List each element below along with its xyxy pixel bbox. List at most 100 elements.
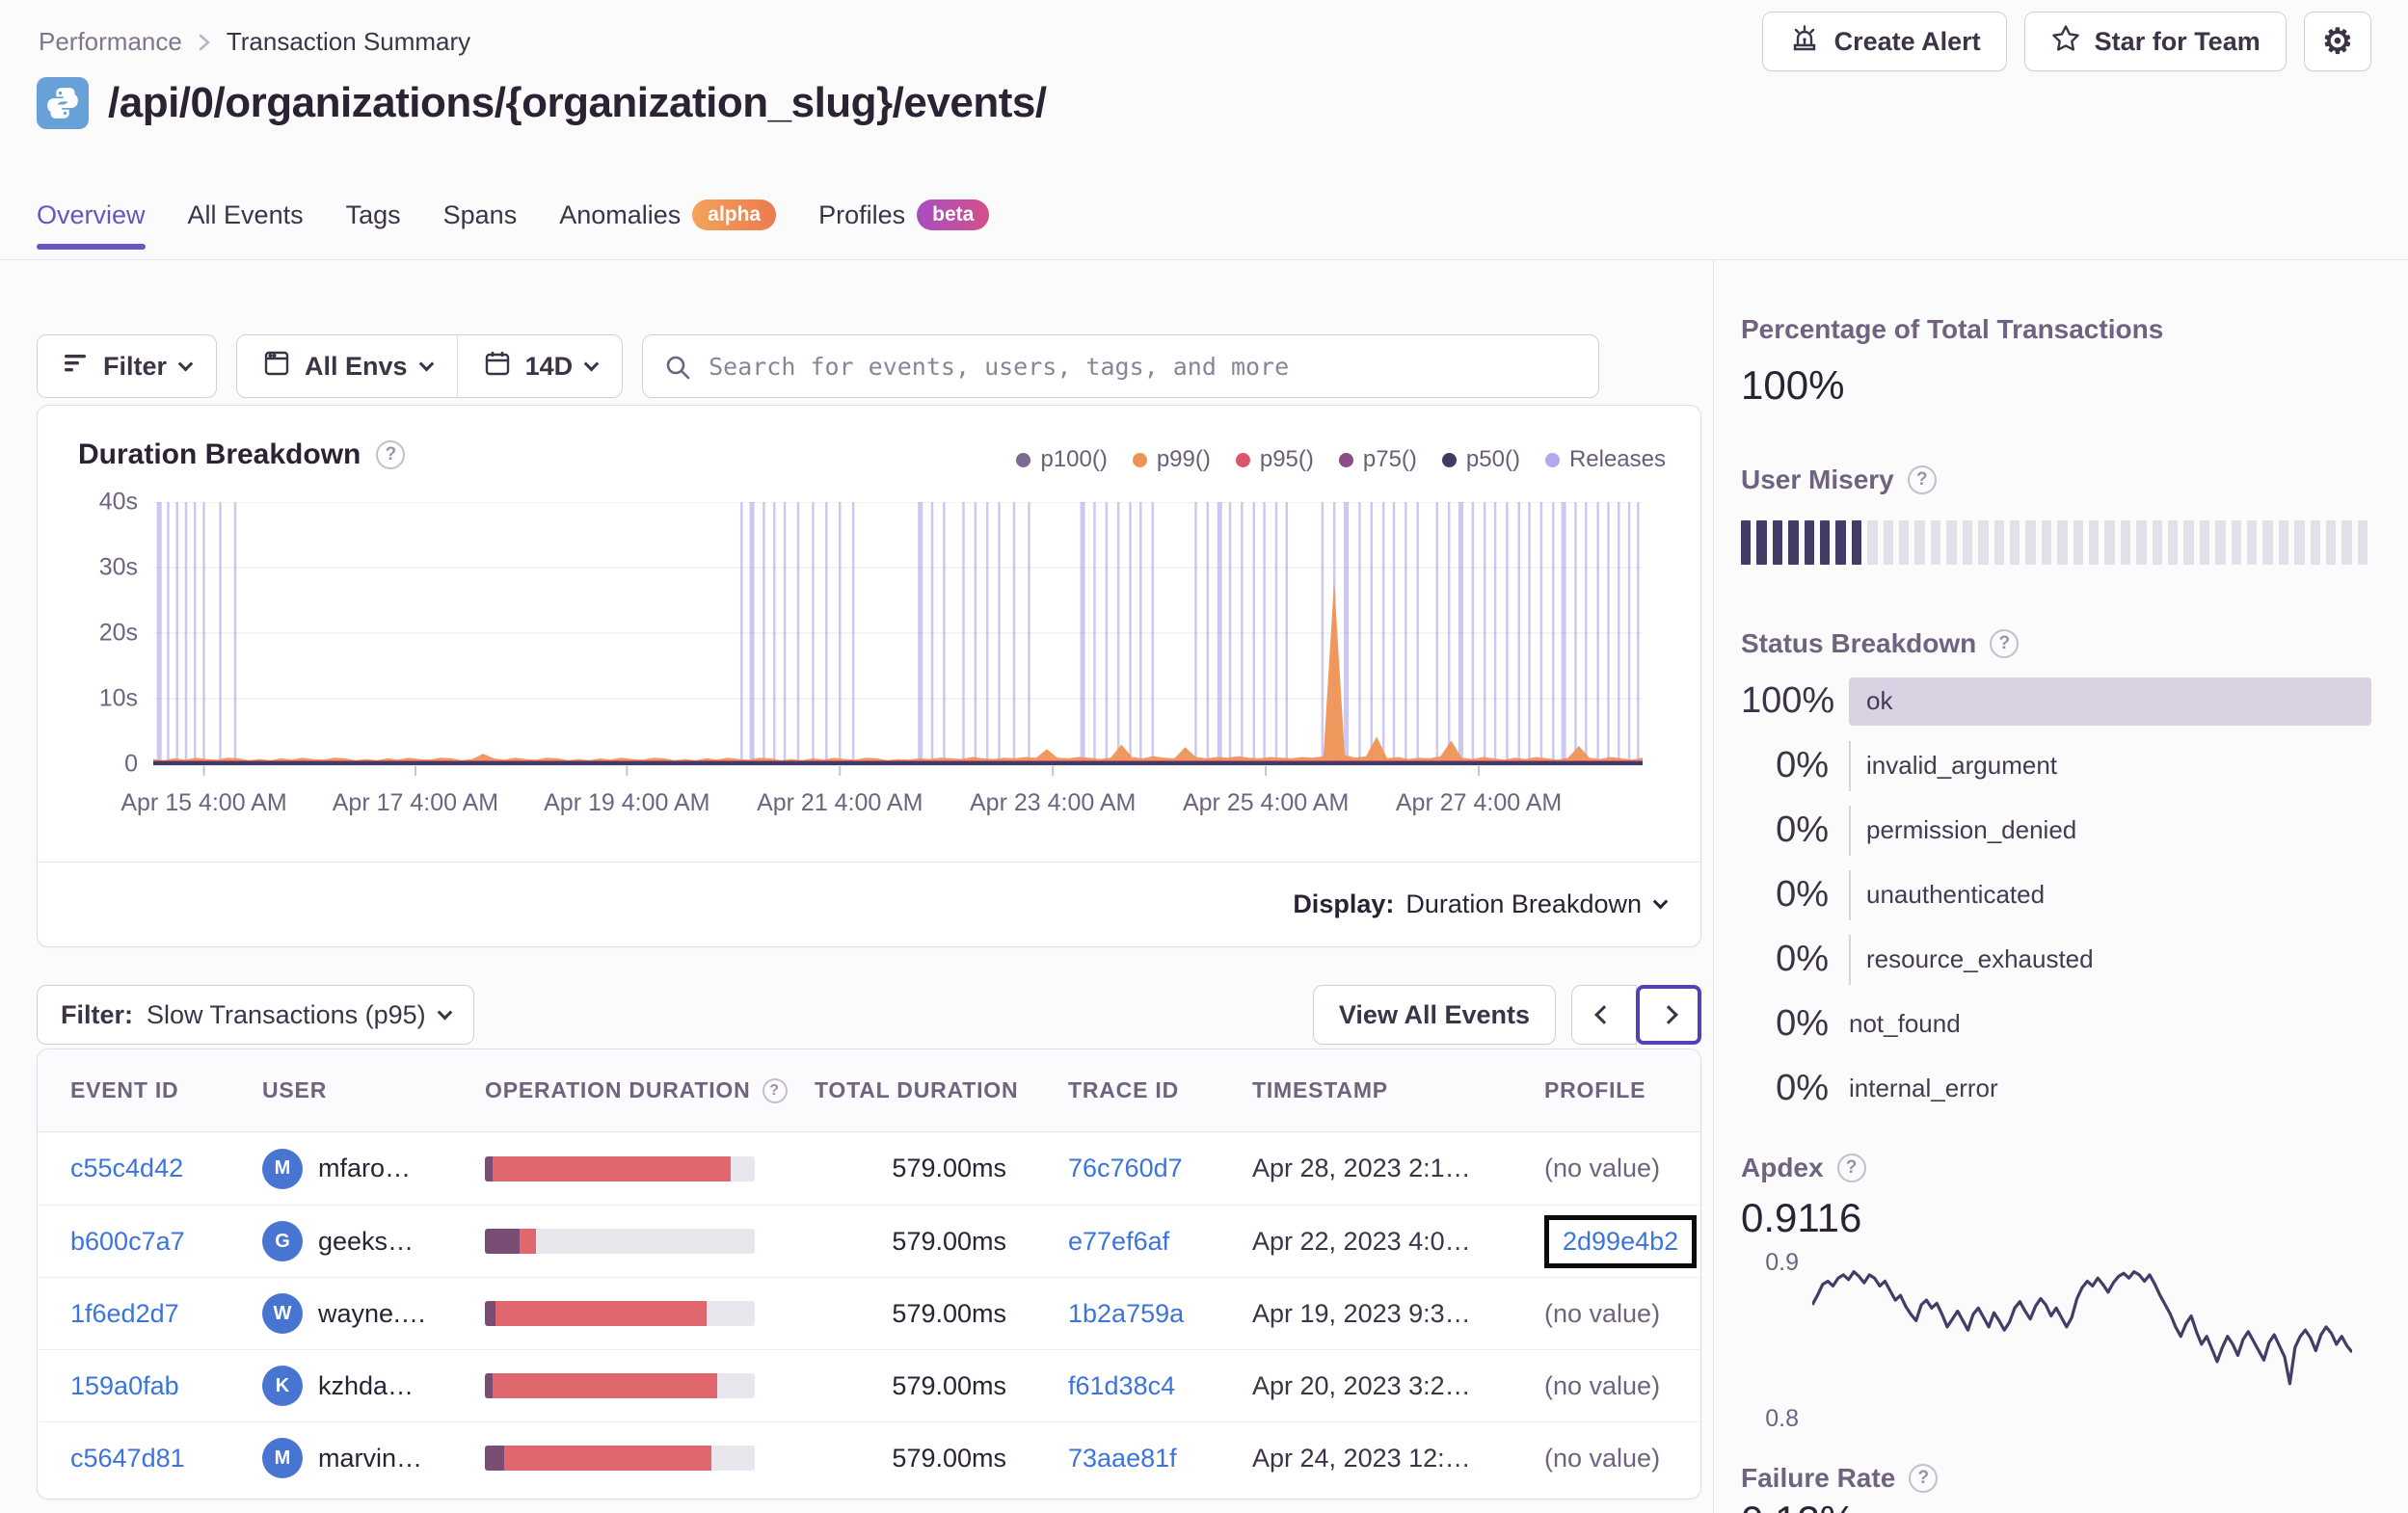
status-bar-ok[interactable]: ok — [1849, 677, 2371, 726]
tab-tags[interactable]: Tags — [346, 200, 401, 250]
event-id-link[interactable]: 159a0fab — [70, 1371, 179, 1400]
misery-tick — [2152, 520, 2162, 565]
status-row: 0% internal_error — [1741, 1056, 2371, 1121]
profile-cell: (no value) — [1544, 1371, 1700, 1401]
status-label: internal_error — [1849, 1074, 1998, 1102]
help-icon[interactable]: ? — [1836, 1154, 1866, 1182]
legend-item[interactable]: p95() — [1235, 446, 1314, 473]
tab-profiles[interactable]: Profiles beta — [818, 199, 990, 250]
tab-spans[interactable]: Spans — [443, 200, 518, 250]
tab-anomalies[interactable]: Anomalies alpha — [559, 199, 777, 250]
help-icon[interactable]: ? — [1909, 1464, 1939, 1493]
legend-item[interactable]: p99() — [1132, 446, 1211, 473]
filter-dropdown-button[interactable]: Filter — [37, 334, 218, 398]
status-percent: 0% — [1776, 874, 1829, 915]
http-segment — [520, 1229, 537, 1254]
status-percent: 0% — [1776, 1003, 1829, 1044]
column-header-label: TOTAL DURATION — [815, 1077, 1019, 1102]
trace-id-link[interactable]: 73aae81f — [1068, 1444, 1177, 1473]
chevron-down-icon — [177, 356, 194, 371]
legend-dot — [1441, 452, 1457, 467]
search-container — [642, 334, 1600, 398]
create-alert-button[interactable]: Create Alert — [1761, 12, 2007, 71]
event-id-cell: 1f6ed2d7 — [70, 1299, 262, 1329]
misery-tick — [1820, 520, 1831, 565]
event-id-link[interactable]: c55c4d42 — [70, 1154, 183, 1182]
trace-id-link[interactable]: f61d38c4 — [1068, 1371, 1175, 1400]
settings-button[interactable]: ⚙ — [2303, 12, 2371, 71]
filter-label: Filter — [103, 351, 168, 381]
help-icon[interactable]: ? — [1907, 465, 1937, 494]
event-id-link[interactable]: b600c7a7 — [70, 1227, 185, 1256]
misery-tick — [2088, 520, 2100, 565]
event-id-link[interactable]: c5647d81 — [70, 1444, 185, 1473]
misery-tick — [1867, 520, 1878, 565]
legend-item[interactable]: Releases — [1544, 446, 1666, 473]
previous-page-button[interactable] — [1571, 985, 1637, 1045]
table-row: c55c4d42 Mmfaro… 579.00ms 76c760d7 Apr 28, 2… — [38, 1132, 1700, 1205]
column-header-label: USER — [262, 1077, 328, 1102]
legend-item[interactable]: p100() — [1016, 446, 1108, 473]
status-bar-sliver — [1849, 934, 1851, 985]
legend-label: p100() — [1040, 446, 1108, 472]
profile-cell: 2d99e4b2 — [1544, 1214, 1700, 1268]
chevron-left-icon — [1594, 1005, 1614, 1024]
status-bar-sliver — [1849, 805, 1851, 856]
misery-tick — [2357, 520, 2368, 565]
legend-dot — [1338, 452, 1353, 467]
x-axis-label: Apr 15 4:00 AM — [120, 789, 287, 816]
timestamp-cell: Apr 28, 2023 2:1… — [1252, 1154, 1471, 1182]
trace-id-link[interactable]: e77ef6af — [1068, 1227, 1169, 1256]
status-row: 0% unauthenticated — [1741, 863, 2371, 927]
column-header-label: OPERATION DURATION — [485, 1077, 751, 1102]
trace-id-cell: 73aae81f — [1068, 1444, 1252, 1473]
status-percent: 0% — [1776, 745, 1829, 785]
y-axis-label: 40s — [98, 488, 138, 516]
environment-selector[interactable]: All Envs — [237, 335, 457, 397]
misery-tick — [1946, 520, 1957, 565]
help-icon[interactable]: ? — [762, 1077, 788, 1103]
star-for-team-button[interactable]: Star for Team — [2023, 12, 2287, 71]
legend-label: Releases — [1568, 446, 1666, 472]
misery-tick — [2341, 520, 2352, 565]
trace-id-link[interactable]: 76c760d7 — [1068, 1154, 1183, 1182]
user-misery-heading: User Misery ? — [1741, 465, 1937, 495]
events-filter-value: Slow Transactions (p95) — [147, 999, 426, 1029]
trace-id-link[interactable]: 1b2a759a — [1068, 1299, 1184, 1328]
trace-id-cell: f61d38c4 — [1068, 1371, 1252, 1401]
siren-icon — [1788, 22, 1821, 62]
view-all-events-button[interactable]: View All Events — [1312, 985, 1556, 1045]
http-segment — [503, 1446, 712, 1471]
event-id-link[interactable]: 1f6ed2d7 — [70, 1299, 179, 1328]
display-label: Display: — [1293, 889, 1395, 918]
search-input[interactable] — [642, 334, 1600, 398]
slow-transactions-filter-button[interactable]: Filter: Slow Transactions (p95) — [37, 985, 474, 1045]
operation-duration-cell — [485, 1301, 815, 1326]
user-name: geeks… — [318, 1226, 415, 1256]
legend-item[interactable]: p50() — [1441, 446, 1520, 473]
status-label: invalid_argument — [1866, 751, 2058, 780]
status-breakdown-list: 100% ok 0% invalid_argument 0% permission_den… — [1741, 669, 2371, 1121]
x-axis-label: Apr 23 4:00 AM — [970, 789, 1137, 816]
calendar-icon — [483, 349, 512, 385]
misery-tick — [1804, 520, 1815, 565]
tab-all-events[interactable]: All Events — [188, 200, 304, 250]
help-icon[interactable]: ? — [376, 440, 406, 469]
events-header: Filter: Slow Transactions (p95) View All… — [37, 985, 1701, 1045]
create-alert-label: Create Alert — [1833, 26, 1981, 56]
events-table-panel: EVENT ID USER OPERATION DURATION? TOTAL DUR… — [37, 1048, 1701, 1500]
date-range-selector[interactable]: 14D — [456, 335, 623, 397]
user-cell: Wwayne.… — [262, 1293, 485, 1334]
misery-tick — [1899, 520, 1910, 565]
legend-item[interactable]: p75() — [1338, 446, 1417, 473]
tab-overview[interactable]: Overview — [37, 200, 146, 250]
status-label: ok — [1866, 686, 1893, 715]
help-icon[interactable]: ? — [1990, 629, 2020, 658]
chevron-right-icon — [1659, 1005, 1678, 1024]
breadcrumb-current: Transaction Summary — [226, 27, 471, 56]
breadcrumb-performance[interactable]: Performance — [39, 27, 182, 57]
profile-link[interactable]: 2d99e4b2 — [1563, 1227, 1678, 1256]
status-body: unauthenticated — [1849, 869, 2371, 920]
next-page-button[interactable] — [1636, 985, 1701, 1045]
display-selector[interactable]: Duration Breakdown — [1405, 889, 1669, 919]
